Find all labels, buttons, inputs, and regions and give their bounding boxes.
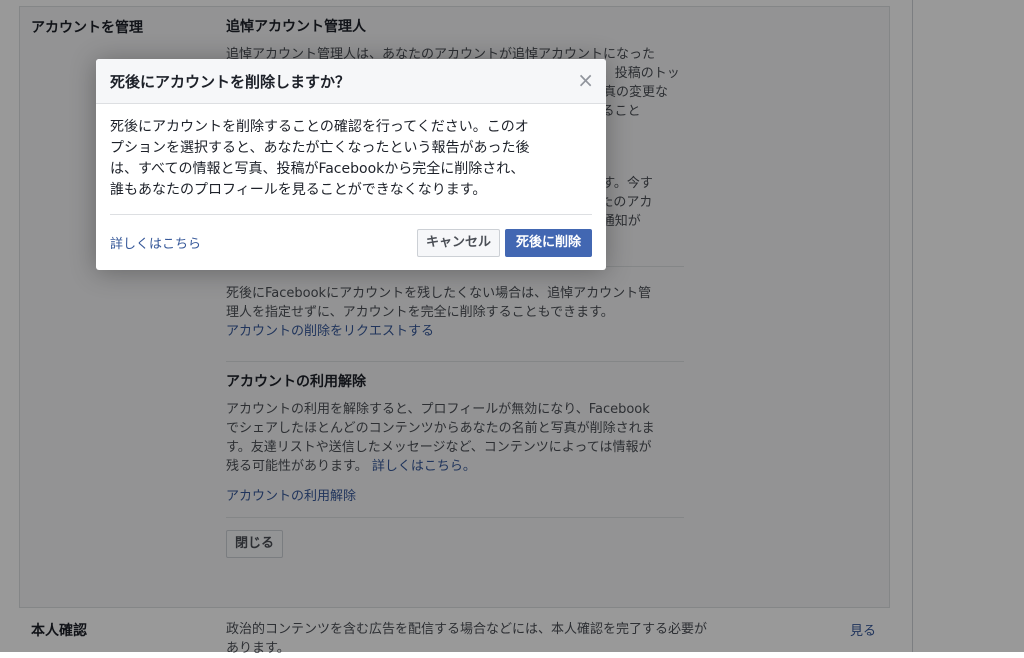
close-icon[interactable]: × (577, 69, 594, 91)
dialog-title: 死後にアカウントを削除しますか？ (110, 73, 351, 91)
cancel-button[interactable]: キャンセル (416, 229, 500, 257)
dialog-learn-more-link[interactable]: 詳しくはこちら (110, 233, 201, 252)
text-line: 死後にアカウントを削除することの確認を行ってください。このオ (110, 119, 529, 135)
delete-after-death-dialog: 死後にアカウントを削除しますか？ × 死後にアカウントを削除することの確認を行っ… (96, 59, 606, 270)
dialog-body: 死後にアカウントを削除することの確認を行ってください。このオ プションを選択する… (110, 117, 594, 201)
dialog-header: 死後にアカウントを削除しますか？ × (96, 59, 606, 104)
text-line: は、すべての情報と写真、投稿がFacebookから完全に削除され、 (110, 161, 525, 177)
dialog-divider (110, 214, 592, 215)
text-line: 誰もあなたのプロフィールを見ることができなくなります。 (110, 182, 487, 198)
confirm-delete-button[interactable]: 死後に削除 (504, 229, 592, 257)
text-line: プションを選択すると、あなたが亡くなったという報告があった後 (110, 140, 530, 156)
dialog-actions: キャンセル 死後に削除 (416, 229, 592, 257)
